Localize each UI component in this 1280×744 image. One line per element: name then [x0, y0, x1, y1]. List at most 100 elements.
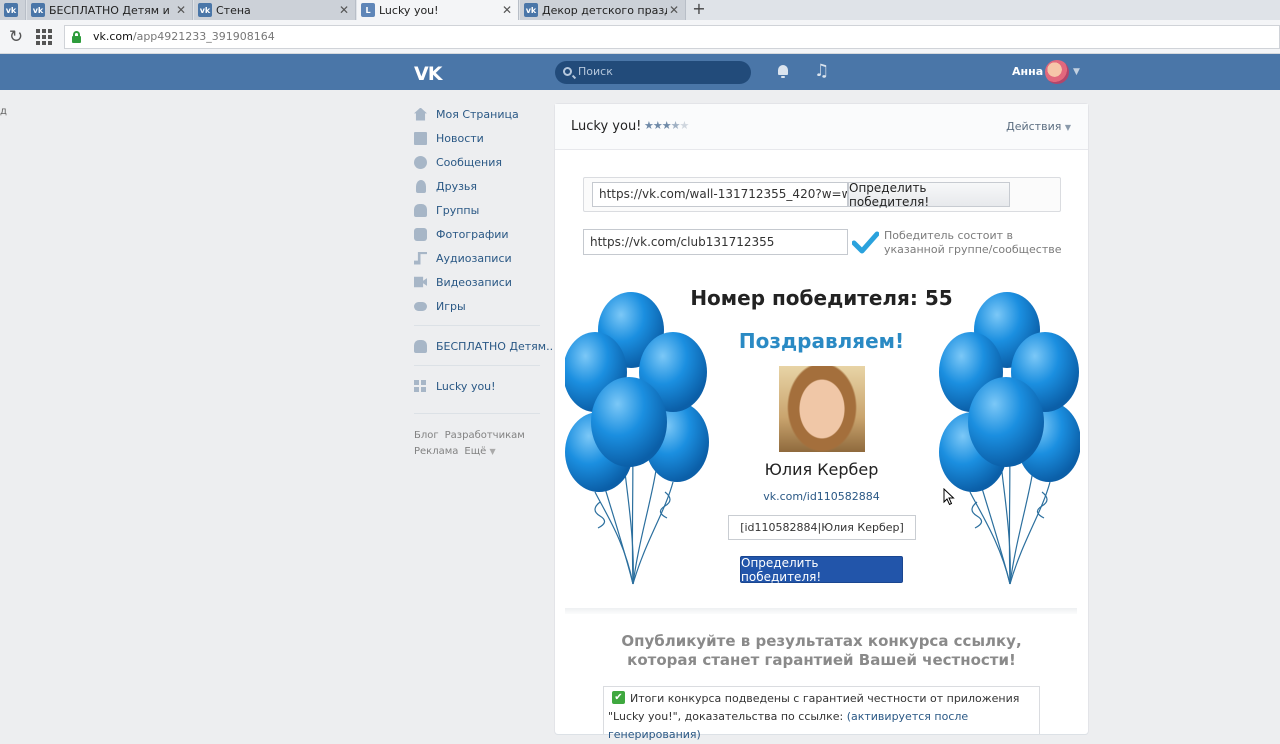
sidebar-item-audio[interactable]: Аудиозаписи: [414, 248, 544, 268]
find-winner-top-button[interactable]: Определить победителя!: [848, 181, 1010, 209]
checkmark-icon[interactable]: [852, 231, 879, 255]
close-tab-icon[interactable]: ✕: [174, 3, 188, 17]
publish-note: Опубликуйте в результатах конкурса ссылк…: [555, 632, 1088, 670]
app-title[interactable]: Lucky you!: [571, 119, 641, 134]
sidebar-footer-links: Реклама Ещё ▼: [414, 446, 502, 457]
publish-line-2: которая станет гарантией Вашей честности…: [627, 651, 1016, 669]
vk-header: VK Поиск ♫ Анна ▼: [0, 54, 1280, 90]
result-text: Итоги конкурса подведены с гарантией чес…: [608, 690, 1038, 744]
notifications-bell-icon[interactable]: [777, 65, 789, 78]
sidebar-divider: [414, 325, 540, 326]
actions-menu[interactable]: Действия ▼: [1006, 120, 1071, 133]
sidebar-item-groups[interactable]: Группы: [414, 200, 544, 220]
sidebar-item-label: Видеозаписи: [436, 275, 512, 289]
user-name[interactable]: Анна: [1012, 65, 1043, 78]
lock-icon: [72, 31, 81, 43]
reload-icon[interactable]: ↻: [6, 27, 26, 47]
groups-icon: [414, 339, 427, 353]
browser-tab-decor[interactable]: vk Декор детского праздни ✕: [520, 0, 686, 20]
membership-note: Победитель состоит в указанной группе/со…: [884, 229, 1062, 256]
search-icon: [563, 67, 572, 76]
footer-link-blog[interactable]: Блог: [414, 430, 439, 441]
tab-title: Декор детского праздни: [542, 3, 667, 17]
address-bar[interactable]: vk.com/app4921233_391908164: [64, 25, 1280, 49]
sidebar-item-video[interactable]: Видеозаписи: [414, 272, 544, 292]
sidebar-item-games[interactable]: Игры: [414, 296, 544, 316]
browser-tab-group[interactable]: vk БЕСПЛАТНО Детям и род ✕: [27, 0, 193, 20]
vk-logo[interactable]: VK: [414, 63, 442, 85]
home-icon: [414, 107, 427, 121]
left-edge-text: д: [0, 106, 7, 117]
url-path: /app4921233_391908164: [132, 30, 275, 43]
messages-icon: [414, 155, 427, 169]
groups-icon: [414, 203, 427, 217]
section-divider: [565, 608, 1077, 614]
sidebar-footer-links: Блог Разработчикам: [414, 430, 531, 441]
search-input[interactable]: Поиск: [555, 61, 751, 84]
sidebar-item-messages[interactable]: Сообщения: [414, 152, 544, 172]
post-url-input[interactable]: https://vk.com/wall-131712355_420?w=wall…: [592, 182, 848, 207]
news-icon: [414, 131, 427, 145]
video-icon: [414, 276, 427, 288]
browser-toolbar: ↻ vk.com/app4921233_391908164: [0, 20, 1280, 54]
sidebar-item-label: Сообщения: [436, 155, 503, 169]
footer-link-more[interactable]: Ещё ▼: [464, 446, 495, 457]
group-url-input[interactable]: https://vk.com/club131712355: [583, 229, 848, 255]
close-tab-icon[interactable]: ✕: [500, 3, 514, 17]
vk-favicon-icon: vk: [198, 3, 212, 17]
winner-code-field[interactable]: [id110582884|Юлия Кербер]: [728, 515, 916, 540]
winner-number: Номер победителя: 55: [690, 286, 953, 310]
photo-icon: [414, 227, 427, 241]
tab-title: Lucky you!: [379, 3, 439, 17]
close-tab-icon[interactable]: ✕: [337, 3, 351, 17]
footer-link-developers[interactable]: Разработчикам: [445, 430, 525, 441]
mouse-cursor-icon: [943, 488, 955, 506]
new-tab-button[interactable]: +: [690, 0, 708, 20]
sidebar-item-label: Группы: [436, 203, 480, 217]
sidebar-item-lucky-you[interactable]: Lucky you!: [414, 376, 544, 396]
tab-title: БЕСПЛАТНО Детям и род: [49, 3, 174, 17]
sidebar-item-label: Моя Страница: [436, 107, 519, 121]
close-tab-icon[interactable]: ✕: [667, 3, 681, 17]
url-host: vk.com: [93, 30, 133, 43]
sidebar-item-friends[interactable]: Друзья: [414, 176, 544, 196]
chevron-down-icon: ▼: [489, 447, 496, 456]
sidebar-item-label: Друзья: [436, 179, 478, 193]
sidebar-item-label: Игры: [436, 299, 466, 313]
apps-icon: [414, 379, 427, 393]
tab-title: Стена: [216, 3, 251, 17]
app-header: Lucky you! ★★★★★ Действия ▼: [555, 104, 1088, 150]
url-text[interactable]: vk.com/app4921233_391908164: [93, 30, 275, 43]
browser-tab-wall[interactable]: vk Стена ✕: [194, 0, 356, 20]
chevron-down-icon: ▼: [1064, 123, 1071, 132]
rating-stars: ★★★★★: [644, 119, 689, 132]
footer-link-ads[interactable]: Реклама: [414, 446, 458, 457]
find-winner-button[interactable]: Определить победителя!: [740, 556, 903, 584]
publish-line-1: Опубликуйте в результатах конкурса ссылк…: [621, 632, 1022, 650]
browser-tab-lucky-you[interactable]: L Lucky you! ✕: [357, 0, 519, 20]
audio-icon: [414, 251, 427, 265]
sidebar-item-news[interactable]: Новости: [414, 128, 544, 148]
sidebar-item-photos[interactable]: Фотографии: [414, 224, 544, 244]
browser-tab-vk[interactable]: vk: [0, 0, 26, 20]
music-note-icon[interactable]: ♫: [814, 62, 829, 80]
result-text-box[interactable]: ✔ Итоги конкурса подведены с гарантией ч…: [603, 686, 1040, 741]
sidebar-item-group-free[interactable]: БЕСПЛАТНО Детям...: [414, 336, 557, 356]
sidebar-item-label: БЕСПЛАТНО Детям...: [436, 339, 557, 353]
chevron-down-icon[interactable]: ▼: [1073, 67, 1080, 77]
sidebar-item-my-page[interactable]: Моя Страница: [414, 104, 544, 124]
app-card: Lucky you! ★★★★★ Действия ▼ https://vk.c…: [555, 104, 1088, 741]
friends-icon: [416, 179, 426, 193]
vk-favicon-icon: vk: [4, 3, 18, 17]
apps-grid-icon[interactable]: [36, 29, 52, 45]
sidebar-item-label: Lucky you!: [436, 379, 496, 393]
footer-more-label: Ещё: [464, 446, 487, 457]
sidebar-divider: [414, 413, 540, 414]
app-favicon-icon: L: [361, 3, 375, 17]
winner-profile-link[interactable]: vk.com/id110582884: [555, 490, 1088, 503]
search-placeholder: Поиск: [578, 65, 613, 78]
winner-photo[interactable]: [779, 366, 865, 452]
sidebar-item-label: Фотографии: [436, 227, 509, 241]
avatar[interactable]: [1045, 60, 1069, 84]
winner-name: Юлия Кербер: [764, 460, 879, 479]
